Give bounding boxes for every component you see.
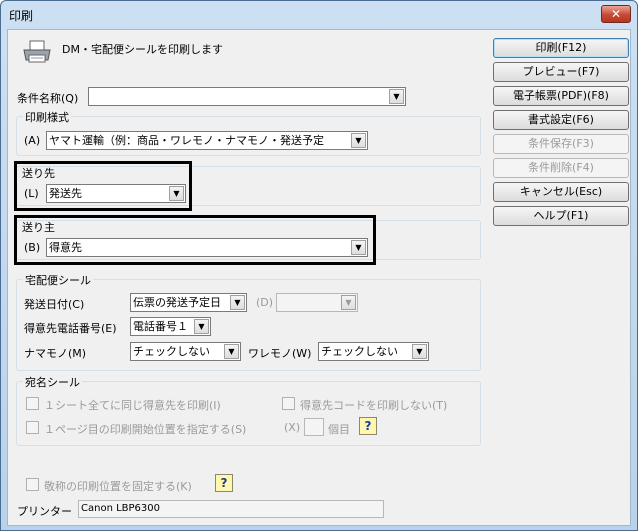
print-style-field-label: (A) (24, 134, 41, 147)
printer-icon (23, 40, 51, 63)
printer-label: プリンター (17, 505, 72, 518)
phone-combo[interactable]: 電話番号１ ▼ (130, 317, 211, 336)
chevron-down-icon[interactable]: ▼ (351, 133, 366, 148)
title-bar[interactable]: 印刷 ✕ (1, 1, 637, 27)
print-style-group-label: 印刷様式 (23, 109, 71, 125)
chevron-down-icon[interactable]: ▼ (341, 295, 356, 310)
printer-name-field: Canon LBP6300 (78, 500, 384, 518)
sender-combo[interactable]: 得意先 ▼ (46, 238, 368, 257)
cancel-button[interactable]: キャンセル(Esc) (493, 182, 629, 202)
d-label: (D) (256, 296, 274, 309)
d-combo[interactable]: ▼ (276, 293, 358, 312)
chevron-down-icon[interactable]: ▼ (230, 295, 245, 310)
ship-date-combo[interactable]: 伝票の発送予定日 ▼ (130, 293, 247, 312)
help-icon[interactable]: ? (359, 417, 377, 435)
destination-field-label: (L) (24, 187, 39, 200)
same-customer-label: １シート全てに同じ得意先を印刷(I) (44, 399, 221, 412)
condition-name-label: 条件名称(Q) (17, 92, 79, 105)
start-position-checkbox[interactable] (26, 421, 39, 434)
preview-button[interactable]: プレビュー(F7) (493, 62, 629, 82)
sender-group-label: 送り主 (22, 221, 55, 234)
format-settings-button[interactable]: 書式設定(F6) (493, 110, 629, 130)
chevron-down-icon[interactable]: ▼ (194, 319, 209, 334)
phone-label: 得意先電話番号(E) (24, 322, 117, 335)
destination-combo[interactable]: 発送先 ▼ (46, 184, 186, 203)
condition-name-combo[interactable]: ▼ (88, 87, 406, 106)
namamono-label: ナマモノ(M) (24, 347, 87, 360)
save-condition-button[interactable]: 条件保存(F3) (493, 134, 629, 154)
waremono-label: ワレモノ(W) (248, 347, 312, 360)
sender-field-label: (B) (24, 241, 41, 254)
namamono-combo[interactable]: チェックしない ▼ (130, 342, 241, 361)
ship-date-label: 発送日付(C) (24, 298, 85, 311)
start-position-label: １ページ目の印刷開始位置を指定する(S) (44, 423, 247, 436)
address-seal-group-label: 宛名シール (23, 374, 82, 390)
waremono-combo[interactable]: チェックしない ▼ (318, 342, 429, 361)
no-customer-code-label: 得意先コードを印刷しない(T) (300, 399, 448, 412)
honorific-checkbox[interactable] (26, 478, 39, 491)
chevron-down-icon[interactable]: ▼ (389, 89, 404, 104)
destination-group-label: 送り先 (22, 167, 55, 180)
same-customer-checkbox[interactable] (26, 397, 39, 410)
header-message: DM・宅配便シールを印刷します (62, 43, 223, 56)
no-customer-code-checkbox[interactable] (282, 397, 295, 410)
close-button[interactable]: ✕ (601, 5, 631, 23)
help-icon[interactable]: ? (215, 474, 233, 492)
print-style-combo[interactable]: ヤマト運輸（例：商品・ワレモノ・ナマモノ・発送予定 ▼ (46, 131, 368, 150)
chevron-down-icon[interactable]: ▼ (169, 186, 184, 201)
help-button[interactable]: ヘルプ(F1) (493, 206, 629, 226)
chevron-down-icon[interactable]: ▼ (351, 240, 366, 255)
pdf-button[interactable]: 電子帳票(PDF)(F8) (493, 86, 629, 106)
delete-condition-button[interactable]: 条件削除(F4) (493, 158, 629, 178)
x-label: (X) (284, 421, 301, 434)
honorific-label: 敬称の印刷位置を固定する(K) (44, 480, 192, 493)
chevron-down-icon[interactable]: ▼ (412, 344, 427, 359)
print-dialog-window: 印刷 ✕ DM・宅配便シールを印刷します 条件名称(Q) ▼ 印刷様式 (A) … (0, 0, 638, 531)
x-input[interactable] (304, 418, 324, 436)
chevron-down-icon[interactable]: ▼ (224, 344, 239, 359)
unit-label: 個目 (328, 423, 350, 436)
dialog-body: DM・宅配便シールを印刷します 条件名称(Q) ▼ 印刷様式 (A) ヤマト運輸… (7, 29, 631, 526)
print-button[interactable]: 印刷(F12) (493, 38, 629, 58)
delivery-seal-group-label: 宅配便シール (23, 272, 93, 288)
window-title: 印刷 (9, 9, 34, 23)
